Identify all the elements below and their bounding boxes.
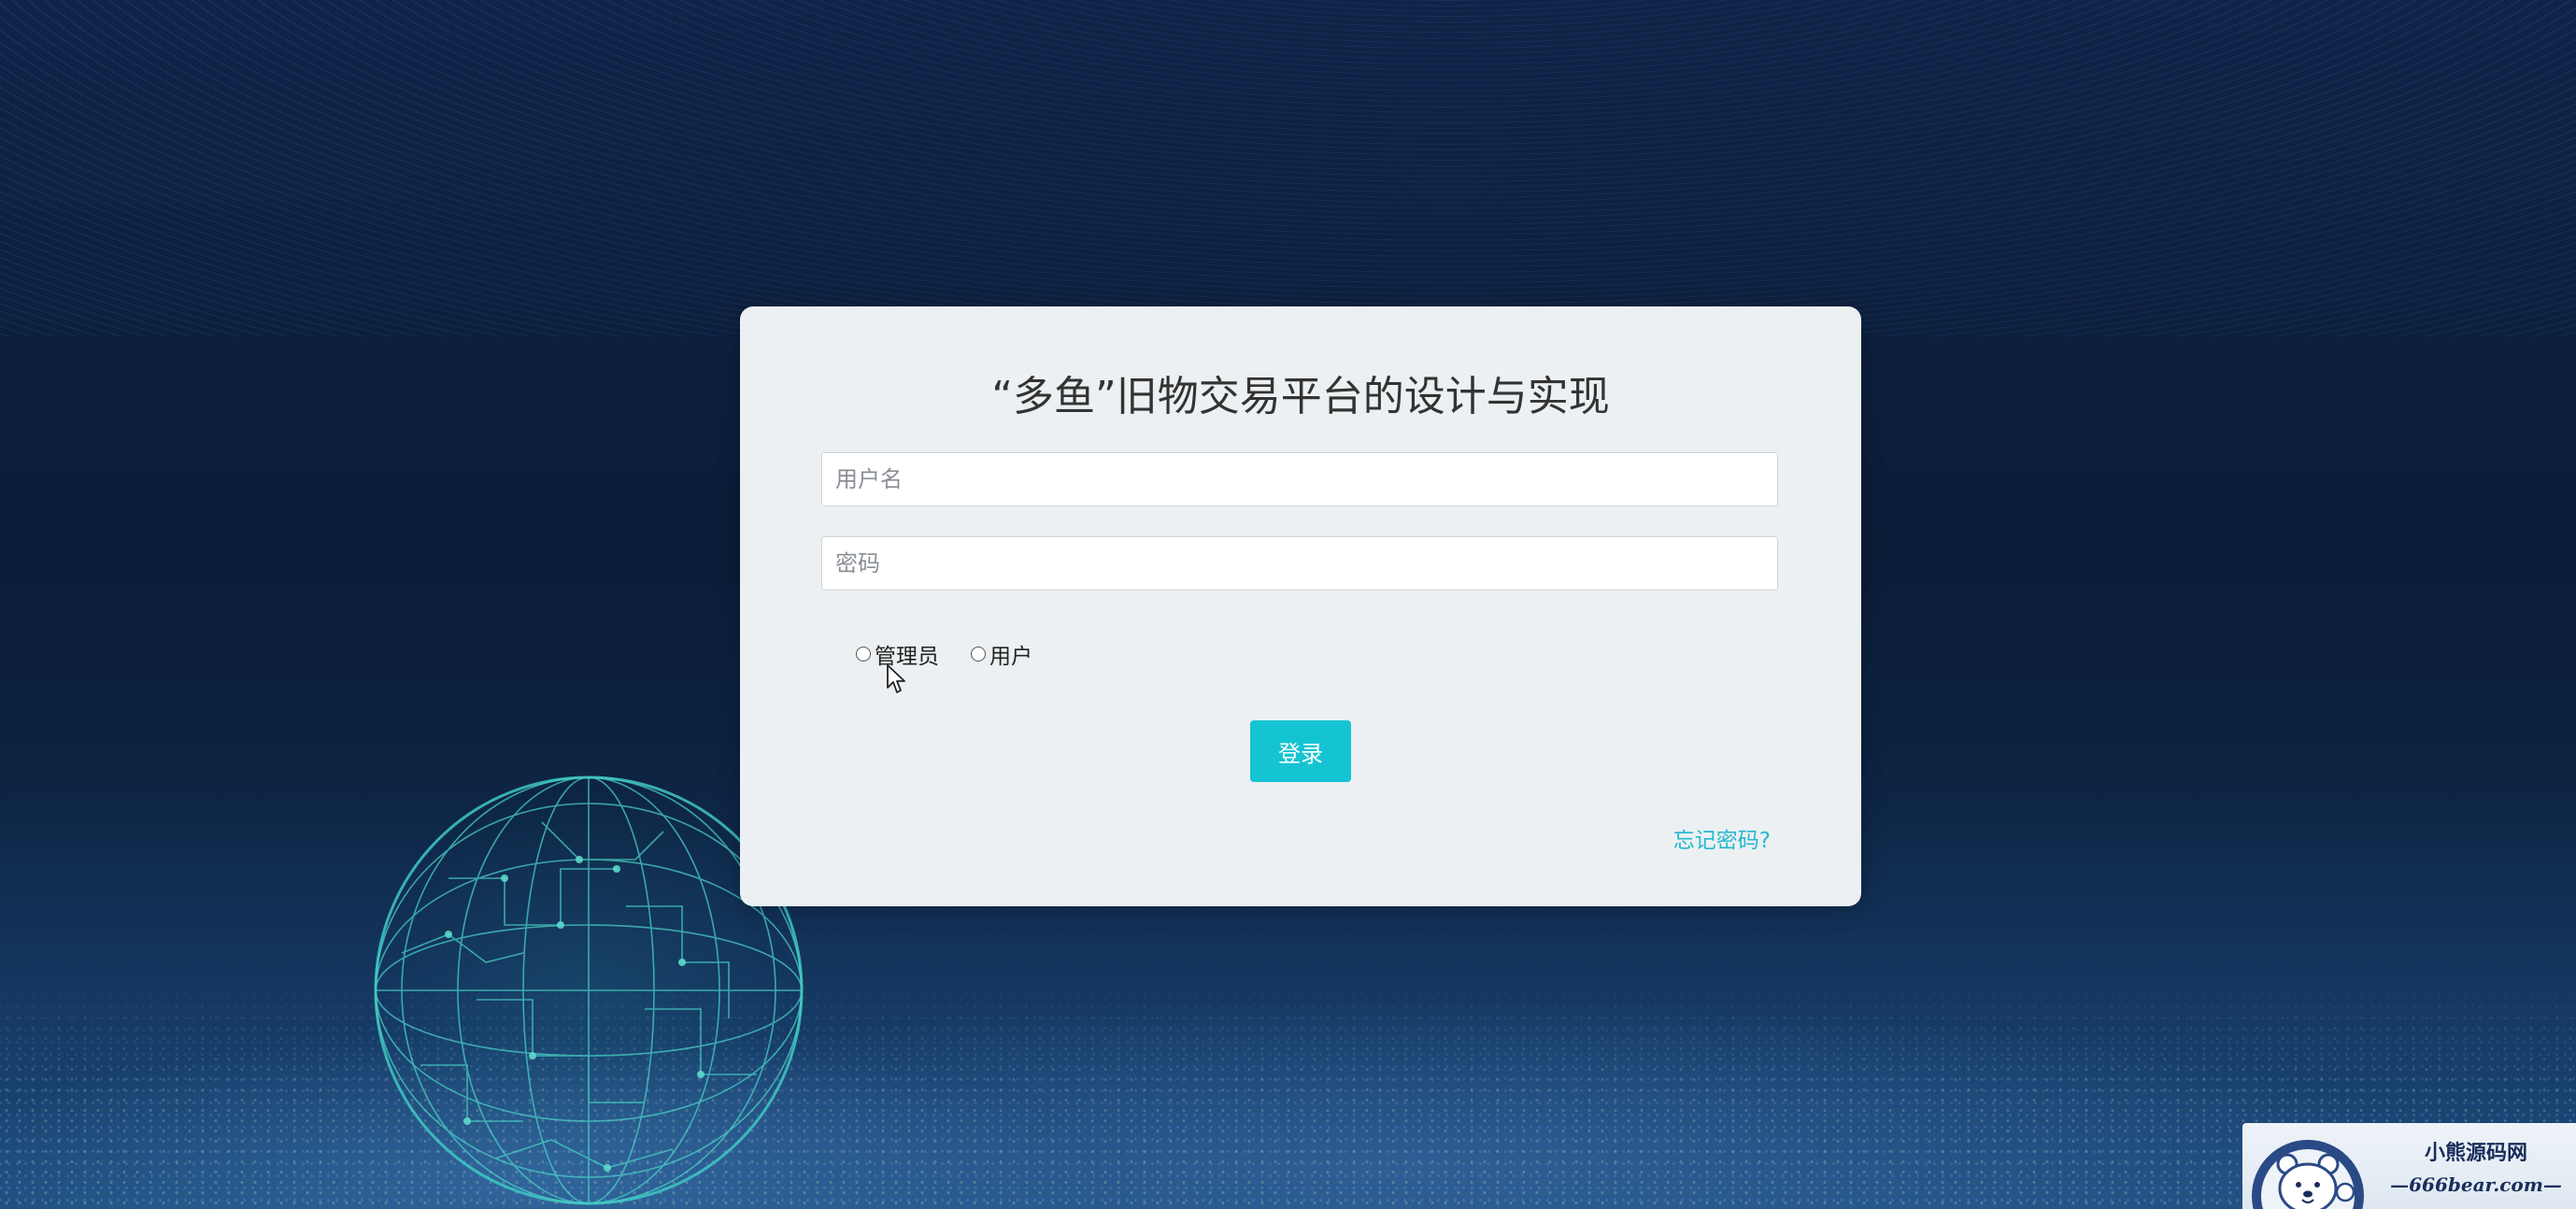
background-wave-pattern <box>0 0 2576 336</box>
forgot-password-link[interactable]: 忘记密码? <box>1673 822 1771 854</box>
watermark-badge: 小熊源码网 —666bear.com— <box>2242 1123 2576 1209</box>
radio-icon[interactable] <box>856 647 871 661</box>
role-label-user: 用户 <box>989 645 1032 669</box>
login-button[interactable]: 登录 <box>1250 720 1351 782</box>
role-option-user[interactable]: 用户 <box>971 638 1032 670</box>
page-title: “多鱼”旧物交易平台的设计与实现 <box>991 373 1610 420</box>
username-input[interactable] <box>821 452 1778 506</box>
watermark-url: —666bear.com— <box>2390 1173 2562 1196</box>
watermark-title: 小熊源码网 <box>2424 1141 2527 1165</box>
login-card: “多鱼”旧物交易平台的设计与实现 管理员 用户 登录 忘记密码? <box>740 306 1861 906</box>
bear-logo-icon <box>2252 1140 2364 1209</box>
mouse-pointer-icon <box>887 664 905 693</box>
password-input[interactable] <box>821 536 1778 590</box>
radio-icon[interactable] <box>971 647 986 661</box>
